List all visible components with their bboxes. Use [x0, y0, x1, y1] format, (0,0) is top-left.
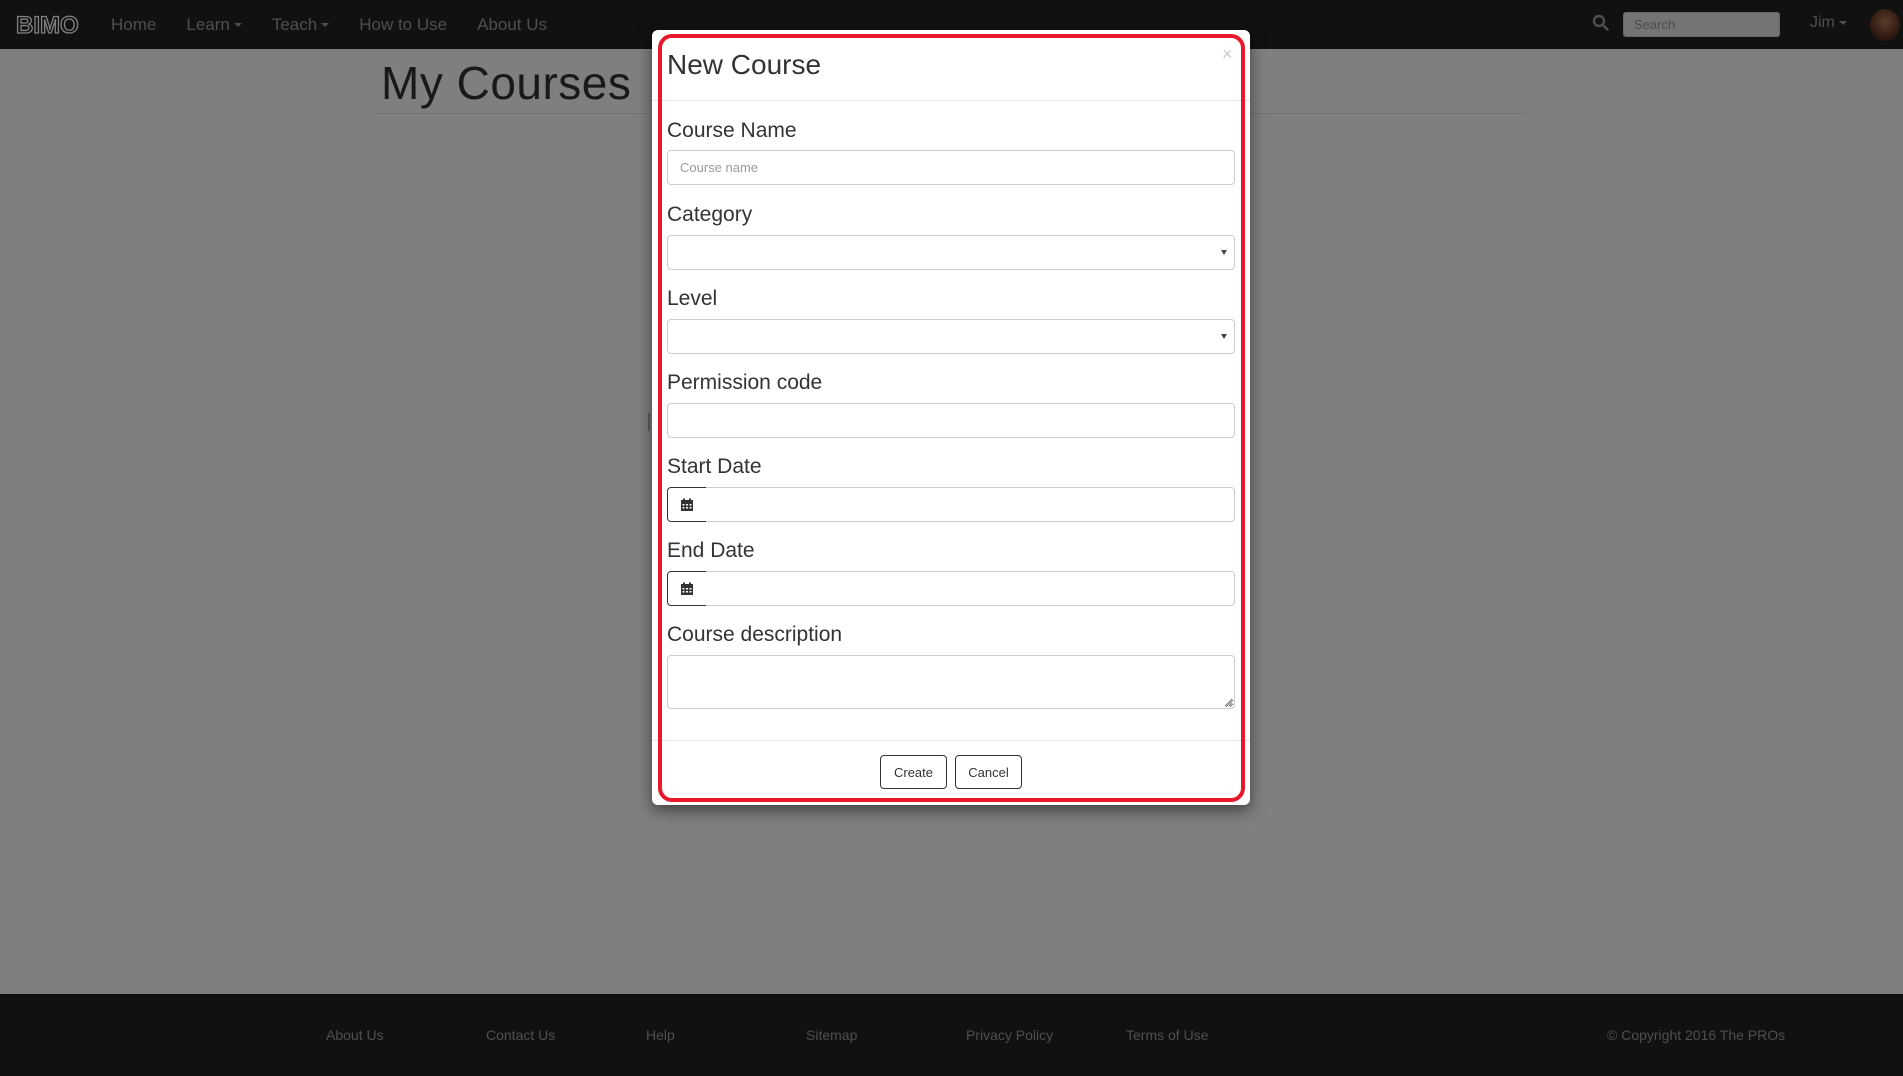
course-name-input[interactable] [667, 150, 1235, 185]
modal-footer-divider [652, 740, 1250, 741]
modal-header-divider [652, 100, 1250, 101]
start-date-calendar-button[interactable] [667, 487, 707, 522]
calendar-icon [681, 498, 693, 511]
calendar-icon [681, 582, 693, 595]
end-date-calendar-button[interactable] [667, 571, 707, 606]
permission-code-label: Permission code [667, 371, 823, 394]
create-button[interactable]: Create [880, 755, 947, 789]
level-select[interactable] [667, 319, 1235, 354]
end-date-input[interactable] [706, 571, 1235, 606]
course-description-label: Course description [667, 623, 843, 646]
cancel-button[interactable]: Cancel [955, 755, 1022, 789]
close-icon[interactable]: × [1222, 44, 1233, 65]
end-date-label: End Date [667, 539, 755, 562]
category-select[interactable] [667, 235, 1235, 270]
chevron-down-icon [1221, 334, 1227, 339]
chevron-down-icon [1221, 250, 1227, 255]
resize-grip-icon[interactable] [1224, 698, 1233, 707]
level-label: Level [667, 287, 718, 310]
course-description-textarea[interactable] [667, 655, 1235, 709]
start-date-label: Start Date [667, 455, 762, 478]
start-date-input[interactable] [706, 487, 1235, 522]
modal-title: New Course [667, 49, 822, 80]
course-name-label: Course Name [667, 119, 797, 142]
category-label: Category [667, 203, 753, 226]
permission-code-input[interactable] [667, 403, 1235, 438]
